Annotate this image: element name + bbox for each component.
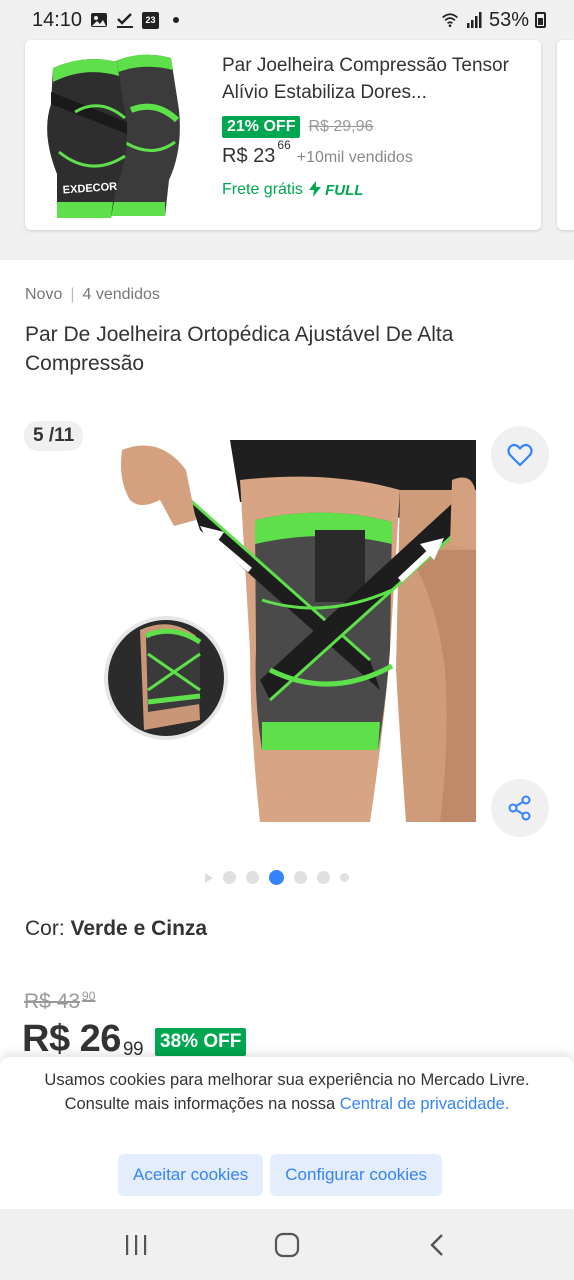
status-time: 14:10 [32,8,83,31]
original-price: R$ 43 90 [24,989,96,1014]
share-button[interactable] [491,779,549,837]
recommendation-discount-badge: 21% OFF [222,116,301,138]
pagination-dot-active[interactable] [269,870,284,885]
original-price-cents: 90 [82,989,96,1003]
battery-icon [535,12,546,28]
home-icon [274,1232,300,1257]
full-badge: FULL [308,181,364,199]
meta-separator: | [70,286,75,303]
screen: 14:10 23 53% EXDECOR Par Joelheira Compr… [0,0,574,1280]
condition-label: Novo [25,286,63,303]
status-left: 14:10 23 [32,8,180,32]
pagination-dot[interactable] [294,871,307,884]
recommendation-carousel[interactable]: EXDECOR Par Joelheira Compressão Tensor … [0,40,574,260]
cookie-text: Usamos cookies para melhorar sua experiê… [30,1068,544,1116]
recommendation-title[interactable]: Par Joelheira Compressão Tensor Alívio E… [222,52,522,106]
price-row: R$ 26 99 38% OFF [22,1018,247,1061]
system-nav-bar [0,1209,574,1280]
recommendation-card-next[interactable] [557,40,574,230]
lightning-icon [308,181,321,197]
cookie-buttons: Aceitar cookies Configurar cookies [118,1154,443,1196]
home-button[interactable] [257,1220,317,1270]
privacy-center-link[interactable]: Central de privacidade. [340,1095,510,1113]
recent-apps-button[interactable] [106,1220,166,1270]
discount-badge: 38% OFF [155,1028,247,1056]
recommendation-price: R$ 23 66 [222,138,291,168]
recommendation-discount-row: 21% OFF R$ 29,96 [222,116,373,138]
calendar-icon: 23 [142,11,160,29]
recommendation-price-currency: R$ [222,145,248,167]
share-icon [508,795,531,821]
pagination-dot[interactable] [246,871,259,884]
recommendation-old-price: R$ 29,96 [308,118,374,135]
gallery-icon [90,11,108,29]
full-label: FULL [325,182,364,199]
current-price-int: R$ 26 [22,1018,121,1060]
recent-apps-icon [125,1234,146,1255]
cookie-banner: Usamos cookies para melhorar sua experiê… [0,1057,574,1209]
heart-icon [507,443,533,467]
check-download-icon [116,11,134,29]
sold-count: 4 vendidos [82,286,160,303]
favorite-button[interactable] [491,426,549,484]
product-title: Par De Joelheira Ortopédica Ajustável De… [25,323,454,375]
recommendation-price-int: 23 [253,145,276,167]
signal-icon [465,11,483,29]
product-image[interactable] [100,440,476,822]
notification-dot-icon [173,17,180,23]
status-bar: 14:10 23 53% [0,0,574,40]
color-label: Cor: [25,917,65,940]
status-right: 53% [441,9,546,32]
pagination-arrow [205,872,213,883]
knee-sleeve-pair-thumbnail: EXDECOR [47,54,180,218]
recommendation-shipping: Frete grátis FULL [222,181,363,199]
color-selector: Cor: Verde e Cinza [25,917,207,941]
accept-cookies-button[interactable]: Aceitar cookies [118,1154,264,1196]
pagination-dot[interactable] [317,871,330,884]
gallery-pagination [205,870,349,885]
product-meta: Novo | 4 vendidos [25,286,160,304]
battery-percent: 53% [488,8,529,31]
free-shipping-label: Frete grátis [222,181,303,198]
original-price-int: R$ 43 [24,990,81,1013]
recommendation-price-row: R$ 23 66 +10mil vendidos [222,138,413,168]
back-button[interactable] [408,1220,468,1270]
pagination-dot[interactable] [223,871,236,884]
wifi-icon [441,11,459,29]
image-counter: 5 /11 [24,421,84,451]
back-icon [430,1233,444,1256]
recommendation-card[interactable]: EXDECOR Par Joelheira Compressão Tensor … [25,40,541,230]
color-value: Verde e Cinza [70,917,208,940]
recommendation-sold: +10mil vendidos [296,149,413,166]
pagination-dot[interactable] [340,873,349,882]
configure-cookies-button[interactable]: Configurar cookies [270,1154,443,1196]
current-price: R$ 26 99 [22,1018,144,1061]
recommendation-price-cents: 66 [277,138,291,152]
